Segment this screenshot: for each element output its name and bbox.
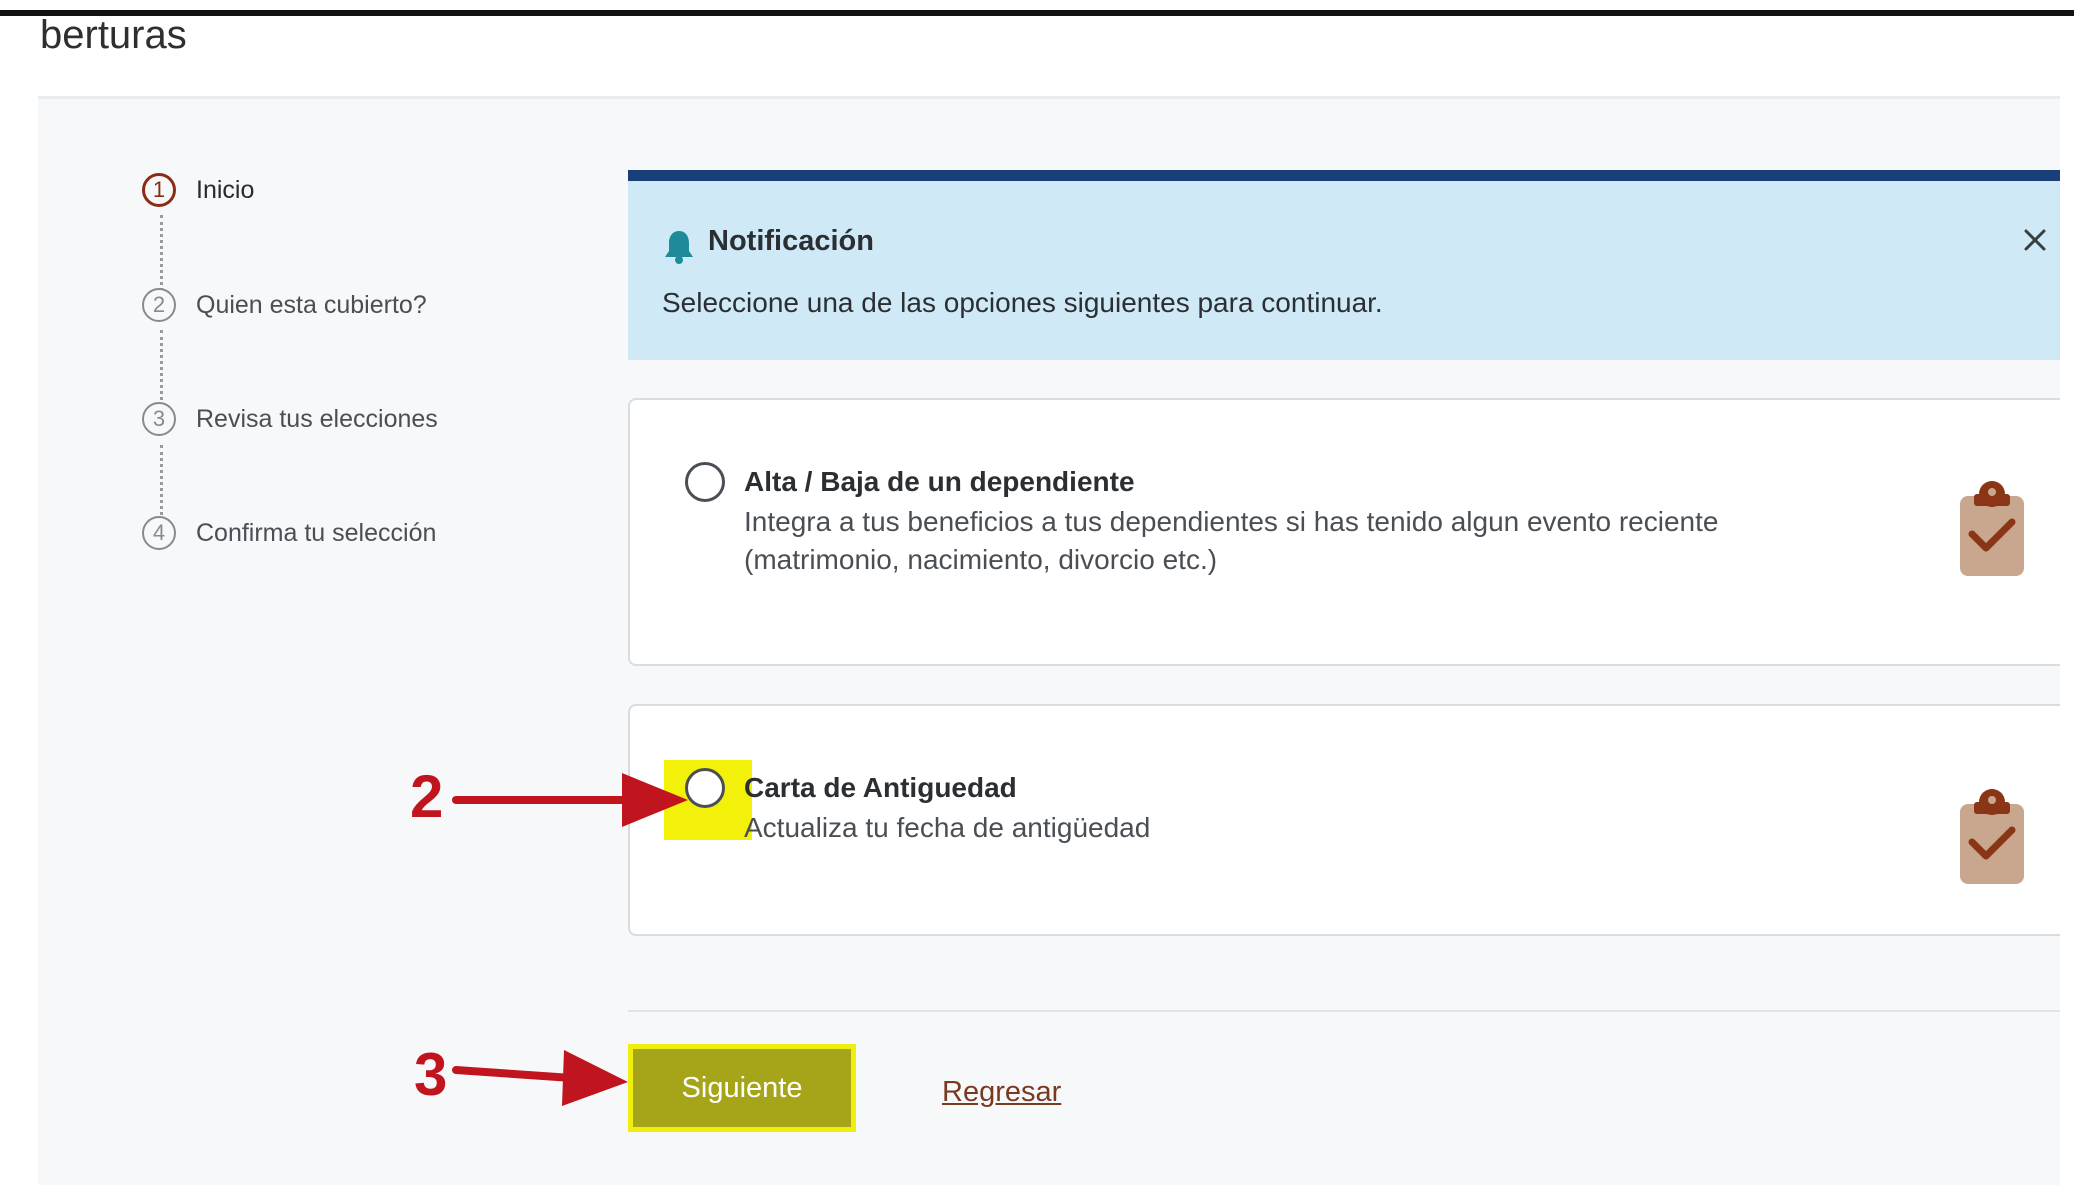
- step-label: Revisa tus elecciones: [196, 404, 438, 433]
- annotation-marker-3: 3: [414, 1041, 448, 1108]
- annotation-marker-2: 2: [410, 763, 444, 830]
- step-number-circle: 2: [142, 288, 176, 322]
- step-confirma-tu-seleccion[interactable]: 4 Confirma tu selección: [142, 516, 436, 550]
- close-icon[interactable]: [2018, 223, 2052, 257]
- step-number-circle: 1: [142, 173, 176, 207]
- step-connector: [160, 330, 163, 406]
- step-label: Confirma tu selección: [196, 518, 437, 547]
- step-number-circle: 4: [142, 516, 176, 550]
- annotation-arrow-icon: [452, 773, 688, 827]
- step-label: Inicio: [196, 175, 255, 204]
- step-number-circle: 3: [142, 402, 176, 436]
- page-title: berturas: [40, 13, 187, 57]
- notification-message: Seleccione una de las opciones siguiente…: [662, 287, 1383, 318]
- clipboard-check-icon: [1960, 481, 2024, 576]
- next-button[interactable]: Siguiente: [628, 1044, 856, 1132]
- option-card-carta-antiguedad[interactable]: Carta de Antiguedad Actualiza tu fecha d…: [628, 704, 2060, 936]
- divider: [628, 1010, 2060, 1012]
- option-radio[interactable]: [685, 462, 725, 502]
- notification-title: Notificación: [708, 225, 874, 257]
- top-rule: [0, 10, 2074, 16]
- option-title: Alta / Baja de un dependiente: [744, 466, 1135, 497]
- notification-banner: Notificación Seleccione una de las opcio…: [628, 170, 2060, 360]
- step-inicio[interactable]: 1 Inicio: [142, 173, 254, 207]
- option-card-alta-baja-dependiente[interactable]: Alta / Baja de un dependiente Integra a …: [628, 398, 2060, 666]
- option-description: Integra a tus beneficios a tus dependien…: [744, 506, 1719, 537]
- option-title: Carta de Antiguedad: [744, 772, 1017, 803]
- step-revisa-tus-elecciones[interactable]: 3 Revisa tus elecciones: [142, 402, 438, 436]
- option-description: Actualiza tu fecha de antigüedad: [744, 812, 1151, 843]
- bell-icon: [665, 231, 693, 264]
- step-quien-esta-cubierto[interactable]: 2 Quien esta cubierto?: [142, 288, 427, 322]
- step-connector: [160, 215, 163, 291]
- option-description: (matrimonio, nacimiento, divorcio etc.): [744, 544, 1218, 575]
- annotation-arrow-icon: [452, 1050, 628, 1106]
- step-label: Quien esta cubierto?: [196, 290, 427, 319]
- back-link[interactable]: Regresar: [942, 1076, 1061, 1109]
- clipboard-check-icon: [1960, 789, 2024, 884]
- step-connector: [160, 445, 163, 521]
